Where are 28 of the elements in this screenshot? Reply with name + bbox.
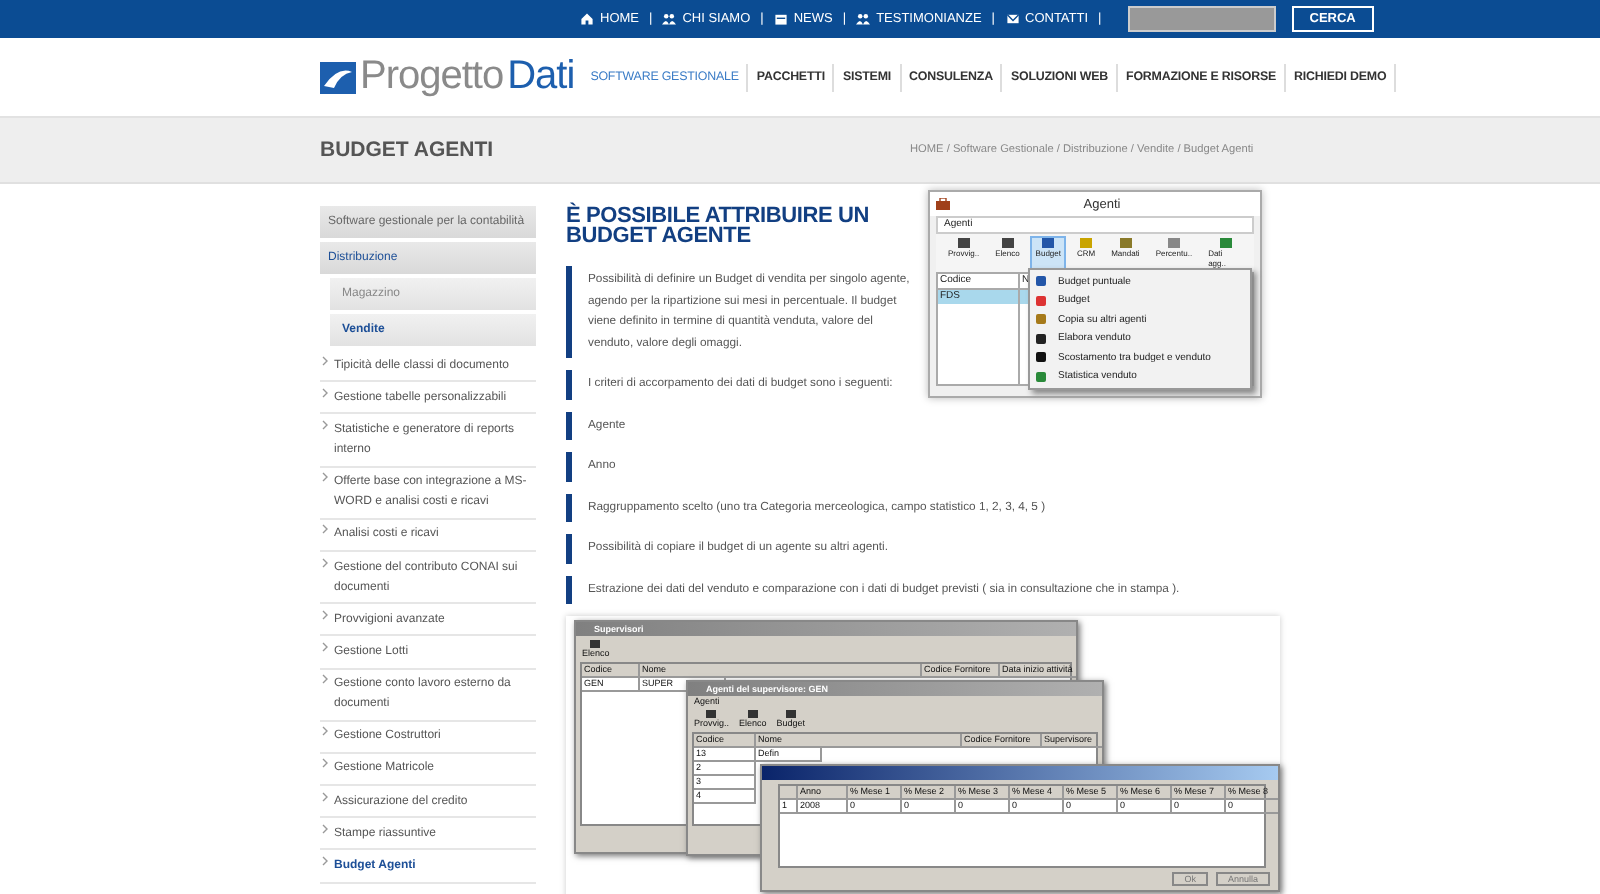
envelope-icon	[1005, 12, 1019, 26]
chevron-icon	[322, 726, 328, 737]
chevron-icon	[322, 641, 328, 652]
search-field[interactable]	[1127, 6, 1276, 32]
home-icon	[580, 12, 594, 26]
briefcase-icon	[936, 198, 950, 210]
chevron-icon	[322, 674, 328, 685]
chevron-icon	[322, 609, 328, 620]
article-heading: È POSSIBILE ATTRIBUIRE UN BUDGET AGENTE	[566, 206, 871, 246]
logo-emblem-icon	[320, 61, 356, 93]
logo-text: Progetto	[360, 54, 504, 100]
logo[interactable]: ProgettoDati	[320, 54, 575, 100]
chevron-icon	[322, 758, 328, 769]
chevron-icon	[322, 557, 328, 568]
chevron-icon	[322, 419, 328, 430]
chevron-icon	[322, 823, 328, 834]
people-icon	[856, 12, 871, 26]
column-header	[780, 786, 798, 801]
page-title: BUDGET AGENTI	[320, 138, 496, 162]
chevron-icon	[322, 387, 328, 398]
chevron-icon	[322, 472, 328, 483]
chevron-icon	[322, 355, 328, 366]
chevron-icon	[322, 856, 328, 867]
chevron-icon	[322, 524, 328, 535]
people-icon	[662, 12, 677, 26]
chevron-icon	[322, 791, 328, 802]
calendar-icon	[773, 12, 788, 26]
logo-text: Dati	[507, 54, 575, 100]
